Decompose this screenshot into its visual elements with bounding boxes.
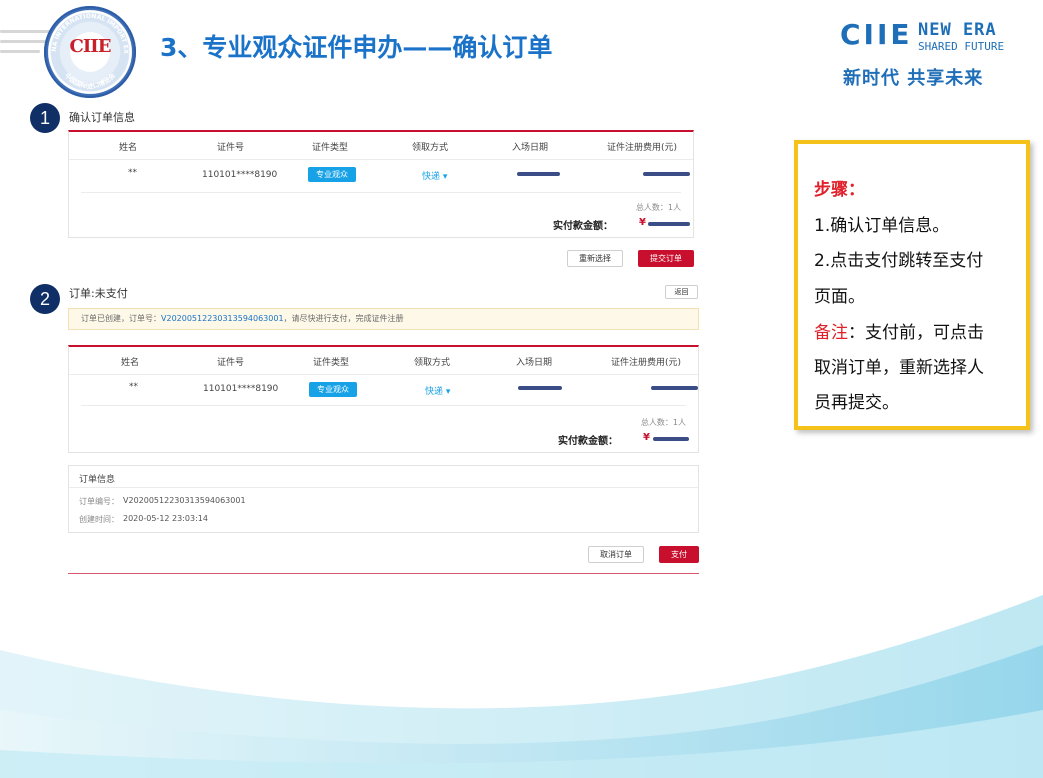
step-1-label: 确认订单信息 (69, 111, 135, 124)
note-heading: 步骤： (814, 180, 865, 200)
note-remark-line-1: 备注：支付前，可点击 (814, 323, 984, 343)
cell-name: ** (128, 168, 137, 178)
created-time-value: 2020-05-12 23:03:14 (123, 514, 208, 523)
order-info-panel: 订单信息 订单编号： V20200512230313594063001 创建时间… (68, 465, 699, 533)
logo-ring-cn: 中国国际进口博览会 (63, 70, 117, 90)
total-people: 总人数：1人 (640, 418, 686, 427)
col-name: 姓名 (119, 143, 138, 153)
redacted-fee (651, 386, 698, 390)
logo-text: CIIE (69, 36, 112, 57)
note-remark-label: 备注 (814, 323, 848, 343)
order-created-notice: 订单已创建，订单号：V20200512230313594063001，请尽快进行… (68, 308, 699, 330)
redacted-amount (648, 222, 690, 226)
pickup-dropdown[interactable]: 快递 ▾ (425, 384, 450, 397)
redacted-fee (643, 172, 690, 176)
col-cert-type: 证件类型 (313, 358, 350, 368)
col-pickup: 领取方式 (414, 358, 451, 368)
page-title: 3、专业观众证件申办——确认订单 (160, 33, 553, 62)
col-entry-date: 入场日期 (516, 358, 553, 368)
order-status-label: 订单:未支付 (69, 287, 128, 300)
confirm-order-table: 姓名 证件号 证件类型 领取方式 入场日期 证件注册费用(元) ** 11010… (68, 130, 694, 238)
note-remark-line-3: 员再提交。 (814, 393, 899, 413)
step-2-badge: 2 (30, 284, 60, 314)
table-divider (81, 192, 681, 193)
cert-type-tag: 专业观众 (308, 167, 356, 182)
cell-id-number: 110101****8190 (203, 384, 279, 394)
note-line-2: 2.点击支付跳转至支付 (814, 251, 984, 271)
notice-suffix: ，请尽快进行支付，完成证件注册 (283, 314, 404, 323)
col-fee: 证件注册费用(元) (611, 358, 682, 368)
col-id-number: 证件号 (217, 143, 245, 153)
col-fee: 证件注册费用(元) (607, 143, 678, 153)
submit-order-button[interactable]: 提交订单 (638, 250, 694, 267)
cell-id-number: 110101****8190 (202, 170, 278, 180)
col-name: 姓名 (121, 358, 140, 368)
table-divider (81, 405, 686, 406)
note-remark-line-2: 取消订单，重新选择人 (814, 358, 984, 378)
col-id-number: 证件号 (217, 358, 245, 368)
total-people: 总人数：1人 (635, 203, 681, 212)
decorative-wave (0, 595, 1043, 778)
note-remark-text-1: ：支付前，可点击 (848, 323, 984, 343)
note-line-3: 页面。 (814, 287, 865, 307)
brand-slogan-en-1: NEW ERA (918, 20, 997, 40)
pickup-dropdown[interactable]: 快递 ▾ (422, 169, 447, 182)
created-time-label: 创建时间： (79, 515, 119, 524)
col-cert-type: 证件类型 (312, 143, 349, 153)
note-line-1: 1.确认订单信息。 (814, 216, 950, 236)
order-info-header: 订单信息 (69, 466, 698, 488)
steps-note-box: 步骤： 1.确认订单信息。 2.点击支付跳转至支付 页面。 备注：支付前，可点击… (794, 140, 1030, 430)
table-header: 姓名 证件号 证件类型 领取方式 入场日期 证件注册费用(元) (69, 347, 698, 375)
step-1-badge: 1 (30, 103, 60, 133)
brand-ciie: CIIE (840, 18, 913, 51)
table-header: 姓名 证件号 证件类型 领取方式 入场日期 证件注册费用(元) (69, 132, 693, 160)
redacted-entry-date (518, 386, 562, 390)
order-info-title: 订单信息 (79, 475, 116, 485)
reselect-button[interactable]: 重新选择 (567, 250, 623, 267)
col-entry-date: 入场日期 (512, 143, 549, 153)
notice-prefix: 订单已创建，订单号： (81, 314, 161, 323)
amount-currency: ¥ (643, 432, 650, 443)
unpaid-order-table: 姓名 证件号 证件类型 领取方式 入场日期 证件注册费用(元) ** 11010… (68, 345, 699, 453)
notice-order-number: V20200512230313594063001 (161, 314, 284, 323)
back-button[interactable]: 返回 (665, 285, 698, 299)
redacted-entry-date (517, 172, 560, 176)
redacted-amount (653, 437, 689, 441)
brand-slogan-en-2: SHARED FUTURE (918, 40, 1005, 53)
cell-name: ** (129, 382, 138, 392)
col-pickup: 领取方式 (412, 143, 449, 153)
cert-type-tag: 专业观众 (309, 382, 357, 397)
brand-slogan-cn: 新时代 共享未来 (843, 68, 984, 89)
amount-currency: ¥ (639, 217, 646, 228)
order-no-label: 订单编号： (79, 497, 119, 506)
amount-label: 实付款金额： (558, 436, 618, 447)
svg-text:中国国际进口博览会: 中国国际进口博览会 (63, 70, 117, 90)
amount-label: 实付款金额： (553, 221, 613, 232)
order-no-value: V20200512230313594063001 (123, 496, 246, 505)
